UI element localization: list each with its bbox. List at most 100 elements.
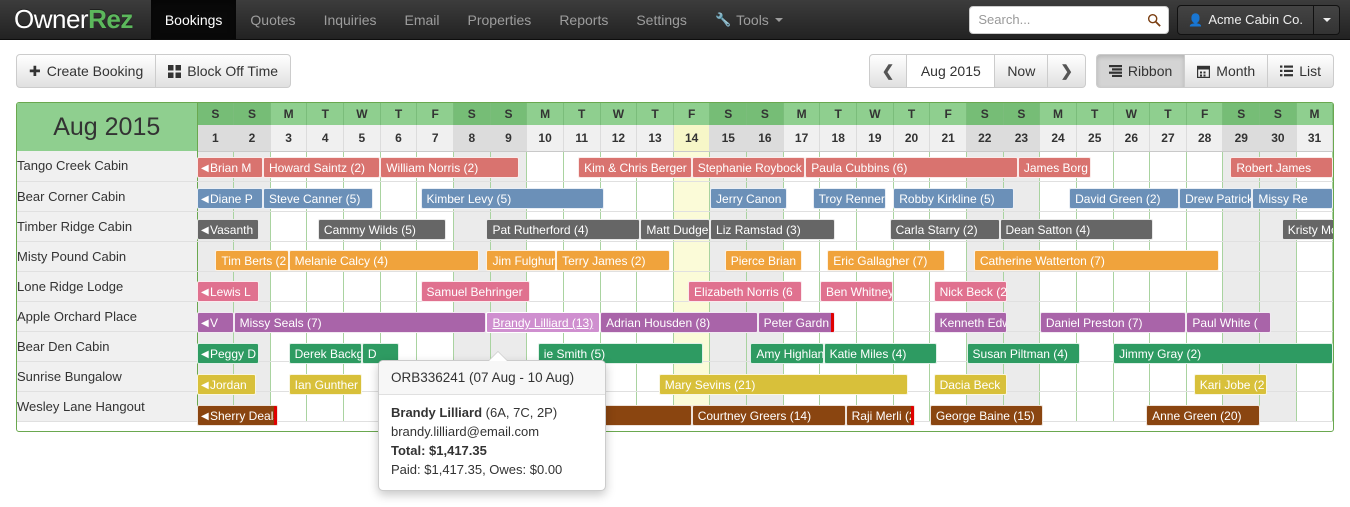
booking-bar[interactable]: Dean Satton (4) [1000,219,1154,240]
date-header-19[interactable]: 19 [857,125,894,151]
date-header-27[interactable]: 27 [1150,125,1187,151]
date-header-14[interactable]: 14 [673,125,710,151]
booking-bar[interactable]: Paula Cubbins (6) [805,157,1018,178]
booking-bar[interactable]: Stephanie Roybock [692,157,806,178]
date-header-29[interactable]: 29 [1223,125,1260,151]
date-header-16[interactable]: 16 [747,125,784,151]
booking-bar[interactable]: Cammy Wilds (5) [318,219,446,240]
property-name-cell[interactable]: Lone Ridge Lodge [17,271,197,301]
booking-bar[interactable]: ◀Vasanth [197,219,259,240]
day-cell[interactable] [1040,391,1077,421]
day-cell[interactable] [1296,361,1333,391]
date-header-21[interactable]: 21 [930,125,967,151]
booking-bar[interactable]: ◀Jordan [197,374,256,395]
booking-bar[interactable]: Howard Saintz (2) [263,157,380,178]
booking-bar[interactable]: Kristy Mc [1282,219,1334,240]
day-cell[interactable] [1003,271,1040,301]
booking-bar[interactable]: Liz Ramstad (3) [710,219,835,240]
nav-item-settings[interactable]: Settings [622,0,701,39]
booking-bar[interactable]: George Baine (15) [930,405,1044,426]
property-name-cell[interactable]: Bear Corner Cabin [17,181,197,211]
day-cell[interactable] [1113,151,1150,181]
day-cell[interactable] [1076,271,1113,301]
day-cell[interactable] [893,301,930,331]
day-cell[interactable] [600,181,637,211]
booking-bar[interactable]: Eric Gallagher (7) [827,250,944,271]
day-cell[interactable] [1003,361,1040,391]
day-cell[interactable] [710,331,747,361]
date-header-3[interactable]: 3 [270,125,307,151]
date-header-26[interactable]: 26 [1113,125,1150,151]
booking-bar[interactable]: Tim Berts (2 [215,250,288,271]
day-cell[interactable] [1260,391,1297,421]
nav-item-tools[interactable]: 🔧 Tools [701,0,797,39]
search-icon[interactable] [1147,13,1161,27]
booking-bar[interactable]: Kimber Levy (5) [421,188,604,209]
day-cell[interactable] [380,271,417,301]
booking-bar[interactable]: Adrian Housden (8) [600,312,758,333]
booking-bar[interactable]: Brandy Lilliard (13) [486,312,600,333]
booking-bar[interactable]: Ben Whitney [820,281,893,302]
day-cell[interactable] [1296,241,1333,271]
nav-item-reports[interactable]: Reports [545,0,622,39]
prev-period-button[interactable]: ❮ [869,54,908,88]
property-name-cell[interactable]: Bear Den Cabin [17,331,197,361]
day-cell[interactable] [1223,211,1260,241]
day-cell[interactable] [857,301,894,331]
day-cell[interactable] [1113,391,1150,421]
booking-bar[interactable]: Raji Merli (2 [846,405,916,426]
date-header-2[interactable]: 2 [234,125,271,151]
day-cell[interactable] [270,271,307,301]
day-cell[interactable] [1260,241,1297,271]
date-header-11[interactable]: 11 [563,125,600,151]
day-cell[interactable] [1150,211,1187,241]
day-cell[interactable] [1003,301,1040,331]
booking-bar[interactable]: Mary Sevins (21) [659,374,908,395]
booking-bar[interactable]: Elizabeth Norris (6 [688,281,802,302]
day-cell[interactable] [1296,301,1333,331]
day-cell[interactable] [1113,361,1150,391]
date-header-28[interactable]: 28 [1186,125,1223,151]
day-cell[interactable] [1223,271,1260,301]
day-cell[interactable] [1186,151,1223,181]
booking-bar[interactable]: Courtney Greers (14) [692,405,846,426]
date-header-1[interactable]: 1 [197,125,234,151]
booking-bar[interactable]: Troy Renner [813,188,886,209]
view-tab-ribbon[interactable]: Ribbon [1096,54,1185,88]
day-cell[interactable] [307,271,344,301]
day-cell[interactable] [1260,271,1297,301]
day-cell[interactable] [1076,361,1113,391]
booking-bar[interactable]: Matt Dudgeo [640,219,710,240]
day-cell[interactable] [1296,391,1333,421]
booking-bar[interactable]: Robby Kirkline (5) [893,188,1014,209]
day-cell[interactable] [1076,391,1113,421]
day-cell[interactable] [1186,211,1223,241]
booking-bar[interactable]: Robert James [1230,157,1333,178]
booking-bar[interactable]: Catherine Watterton (7) [974,250,1220,271]
day-cell[interactable] [600,271,637,301]
booking-bar[interactable]: Dacia Beck [934,374,1007,395]
view-tab-month[interactable]: Month [1185,54,1268,88]
booking-bar[interactable]: Pat Rutherford (4) [486,219,640,240]
booking-bar[interactable]: Jerry Canon [710,188,787,209]
day-cell[interactable] [1296,271,1333,301]
booking-bar[interactable]: Terry James (2) [556,250,670,271]
booking-bar[interactable]: Steve Canner (5) [263,188,373,209]
day-cell[interactable] [307,391,344,421]
day-cell[interactable] [1076,331,1113,361]
date-header-10[interactable]: 10 [527,125,564,151]
nav-item-properties[interactable]: Properties [454,0,546,39]
booking-bar[interactable]: Samuel Behringer [421,281,531,302]
day-cell[interactable] [1150,151,1187,181]
property-name-cell[interactable]: Misty Pound Cabin [17,241,197,271]
day-cell[interactable] [1186,271,1223,301]
booking-bar[interactable]: Katie Miles (4) [824,343,938,364]
date-header-12[interactable]: 12 [600,125,637,151]
date-header-9[interactable]: 9 [490,125,527,151]
property-name-cell[interactable]: Sunrise Bungalow [17,361,197,391]
day-cell[interactable] [1150,361,1187,391]
booking-bar[interactable]: Anne Green (20) [1146,405,1260,426]
day-cell[interactable] [637,181,674,211]
day-cell[interactable] [270,211,307,241]
booking-bar[interactable]: Peter Gardn [758,312,835,333]
